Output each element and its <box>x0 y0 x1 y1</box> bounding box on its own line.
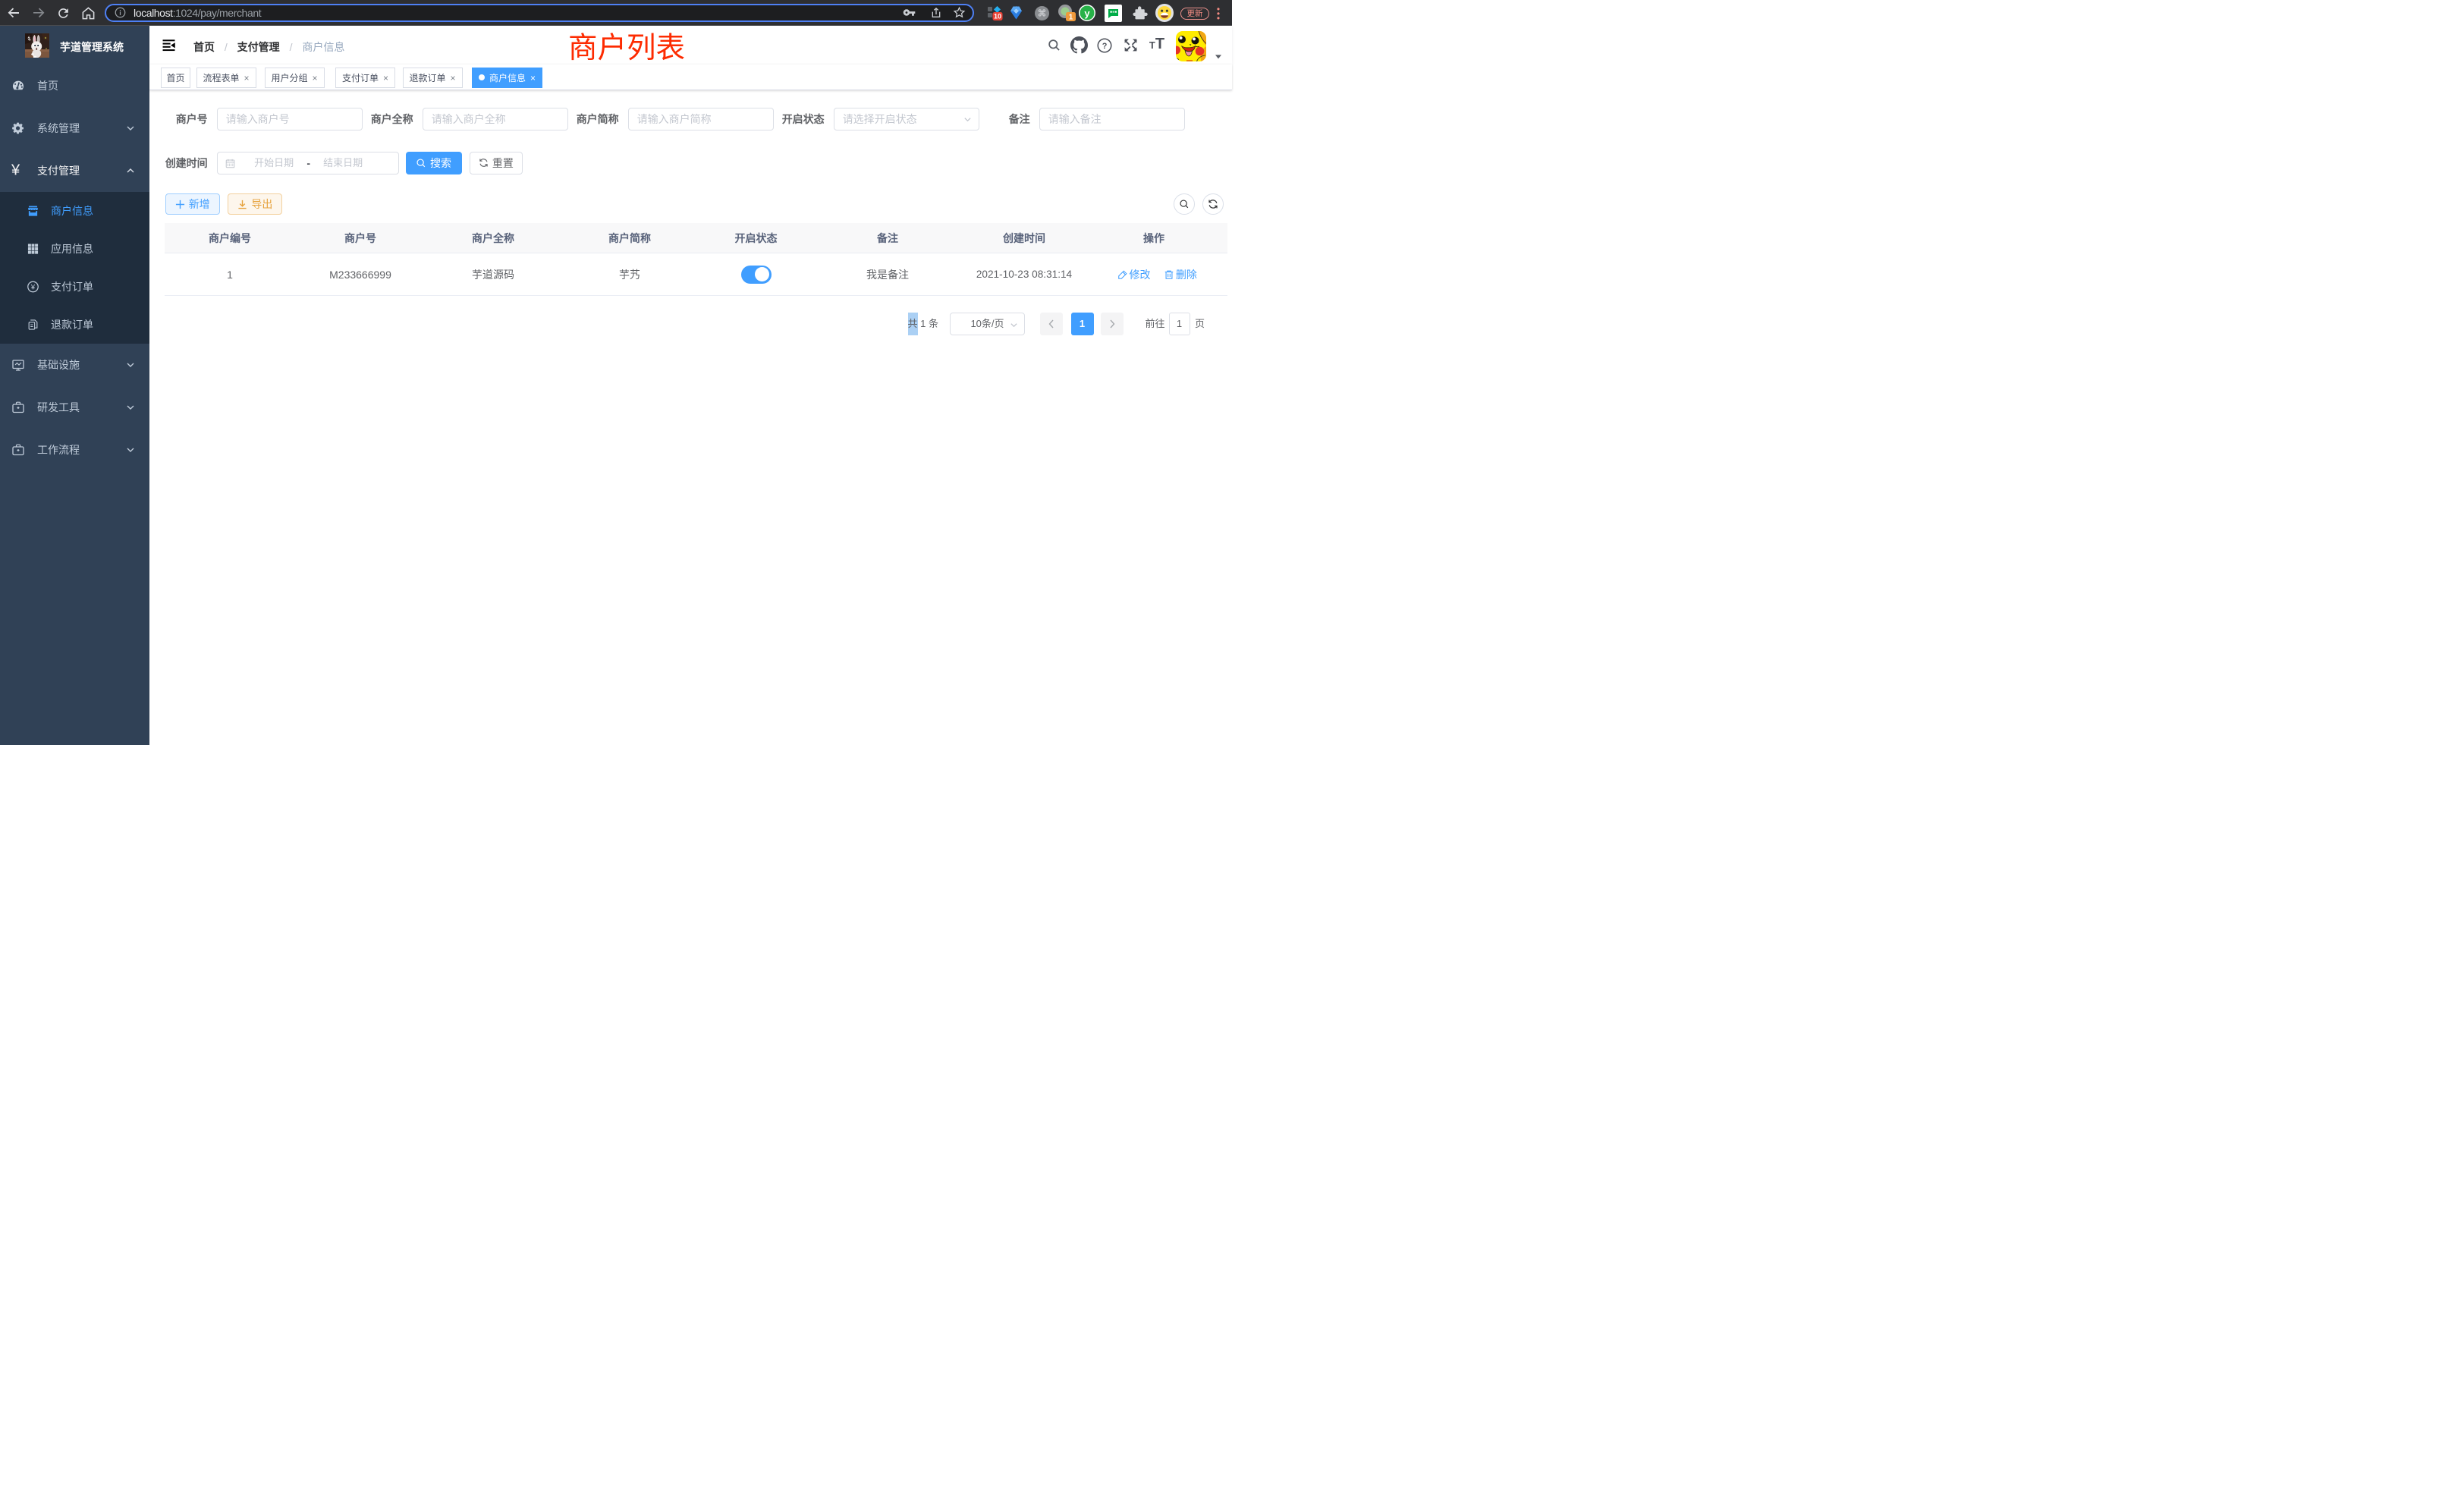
svg-text:1: 1 <box>1069 14 1073 22</box>
svg-text:10: 10 <box>994 13 1001 20</box>
svg-text:¥: ¥ <box>30 283 36 291</box>
svg-text:?: ? <box>1102 41 1108 50</box>
svg-text:y: y <box>1084 8 1090 19</box>
svg-text:⌘: ⌘ <box>1037 8 1046 18</box>
